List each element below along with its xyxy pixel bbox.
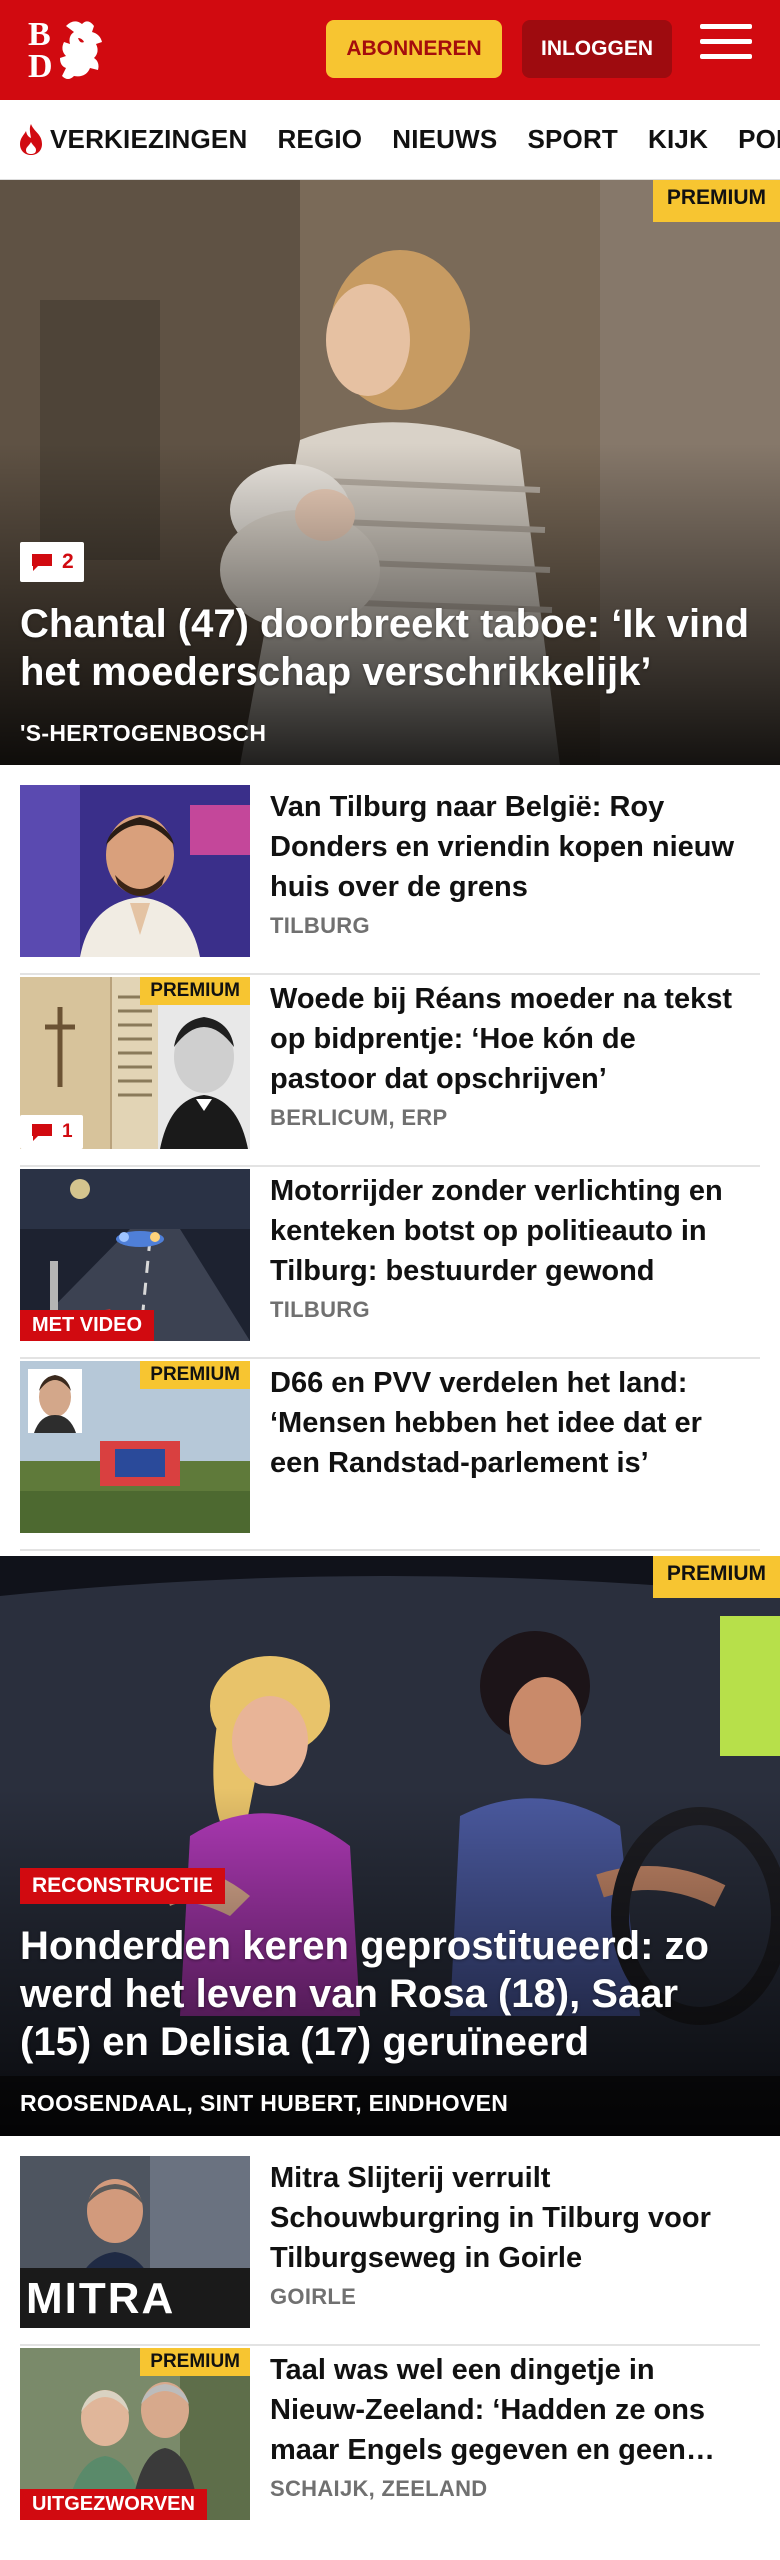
login-button[interactable]: INLOGGEN bbox=[522, 20, 672, 78]
logo-letter-b: B bbox=[28, 16, 51, 53]
article-location: TILBURG bbox=[270, 1297, 370, 1322]
comment-count: 2 bbox=[62, 550, 74, 573]
video-label: MET VIDEO bbox=[20, 1310, 155, 1341]
list-item[interactable]: MITRA Mitra Slijterij verruilt Schouwbur… bbox=[20, 2156, 760, 2346]
hero-title[interactable]: Honderden keren geprostitueerd: zo werd … bbox=[20, 1922, 760, 2066]
thumbnail: PREMIUM UITGEZWORVEN bbox=[20, 2348, 250, 2520]
list-item[interactable]: Van Tilburg naar België: Roy Donders en … bbox=[20, 785, 760, 975]
comment-count: 1 bbox=[62, 1121, 73, 1142]
bd-logo[interactable]: B D bbox=[26, 16, 116, 86]
section-nav: VERKIEZINGEN REGIO NIEUWS SPORT KIJK POD… bbox=[0, 100, 780, 180]
nav-item-verkiezingen[interactable]: VERKIEZINGEN bbox=[16, 122, 247, 156]
list-item[interactable]: MET VIDEO Motorrijder zonder verlichting… bbox=[20, 1169, 760, 1359]
nav-label: KIJK bbox=[648, 123, 709, 154]
thumbnail bbox=[20, 785, 250, 957]
premium-badge: PREMIUM bbox=[140, 2348, 250, 2376]
list-item[interactable]: PREMIUM UITGEZWORVEN Taal was wel een di… bbox=[20, 2348, 760, 2538]
hero-article[interactable]: PREMIUM RECONSTRUCTIE Honderden keren ge… bbox=[0, 1556, 780, 2136]
hero-location: ROOSENDAAL, SINT HUBERT, EINDHOVEN bbox=[20, 2090, 509, 2116]
nav-label: REGIO bbox=[277, 123, 363, 154]
premium-badge: PREMIUM bbox=[652, 180, 780, 222]
thumbnail: PREMIUM 1 bbox=[20, 977, 250, 1149]
comment-icon bbox=[32, 1124, 52, 1141]
premium-badge: PREMIUM bbox=[652, 1556, 780, 1598]
premium-badge: PREMIUM bbox=[140, 1361, 250, 1389]
nav-label: SPORT bbox=[527, 123, 619, 154]
reconstructie-label: RECONSTRUCTIE bbox=[20, 1868, 225, 1904]
article-location: TILBURG bbox=[270, 913, 370, 938]
thumbnail: PREMIUM bbox=[20, 1361, 250, 1533]
hero-title[interactable]: Chantal (47) doorbreekt taboe: ‘Ik vind … bbox=[20, 600, 760, 696]
thumb-sign-text: MITRA bbox=[26, 2274, 176, 2323]
nav-label: PODC bbox=[738, 123, 780, 154]
thumbnail: MET VIDEO bbox=[20, 1169, 250, 1341]
top-header: B D ABONNEREN INLOGGEN bbox=[0, 0, 780, 100]
comment-count-badge[interactable]: 1 bbox=[20, 1115, 83, 1149]
subscribe-button[interactable]: ABONNEREN bbox=[326, 20, 502, 78]
nav-item-nieuws[interactable]: NIEUWS bbox=[392, 122, 497, 156]
nav-item-regio[interactable]: REGIO bbox=[277, 122, 362, 156]
nav-label: NIEUWS bbox=[392, 123, 498, 154]
article-title[interactable]: D66 en PVV verdelen het land: ‘Mensen he… bbox=[270, 1363, 750, 1483]
article-location: SCHAIJK, ZEELAND bbox=[270, 2476, 488, 2501]
article-title[interactable]: Van Tilburg naar België: Roy Donders en … bbox=[270, 787, 750, 907]
nav-label: VERKIEZINGEN bbox=[50, 123, 248, 154]
menu-icon[interactable] bbox=[700, 24, 752, 72]
article-title[interactable]: Motorrijder zonder verlichting en kentek… bbox=[270, 1171, 750, 1291]
article-title[interactable]: Taal was wel een dingetje in Nieuw-Zeela… bbox=[270, 2350, 750, 2470]
list-item[interactable]: PREMIUM D66 en PVV verdelen het land: ‘M… bbox=[20, 1361, 760, 1551]
logo-letter-d: D bbox=[28, 48, 53, 85]
thumb-photo-roy-donders bbox=[20, 785, 250, 957]
article-location: GOIRLE bbox=[270, 2284, 357, 2309]
hero-location: 'S-HERTOGENBOSCH bbox=[20, 720, 267, 746]
article-title[interactable]: Woede bij Réans moeder na tekst op bidpr… bbox=[270, 979, 750, 1099]
comment-icon bbox=[32, 554, 52, 571]
nav-item-podcasts[interactable]: PODC bbox=[738, 122, 780, 156]
premium-badge: PREMIUM bbox=[140, 977, 250, 1005]
nav-item-sport[interactable]: SPORT bbox=[527, 122, 618, 156]
thumbnail: MITRA bbox=[20, 2156, 250, 2328]
flame-icon bbox=[20, 124, 42, 155]
list-item[interactable]: PREMIUM 1 Woede bij Réans moeder na teks… bbox=[20, 977, 760, 1167]
comment-count-badge[interactable]: 2 bbox=[20, 542, 84, 582]
article-location: BERLICUM, ERP bbox=[270, 1105, 448, 1130]
article-title[interactable]: Mitra Slijterij verruilt Schouwburgring … bbox=[270, 2158, 750, 2278]
nav-item-kijk[interactable]: KIJK bbox=[648, 122, 708, 156]
uitgezworven-label: UITGEZWORVEN bbox=[20, 2489, 207, 2520]
hero-article[interactable]: PREMIUM 2 Chantal (47) doorbreekt taboe:… bbox=[0, 180, 780, 765]
